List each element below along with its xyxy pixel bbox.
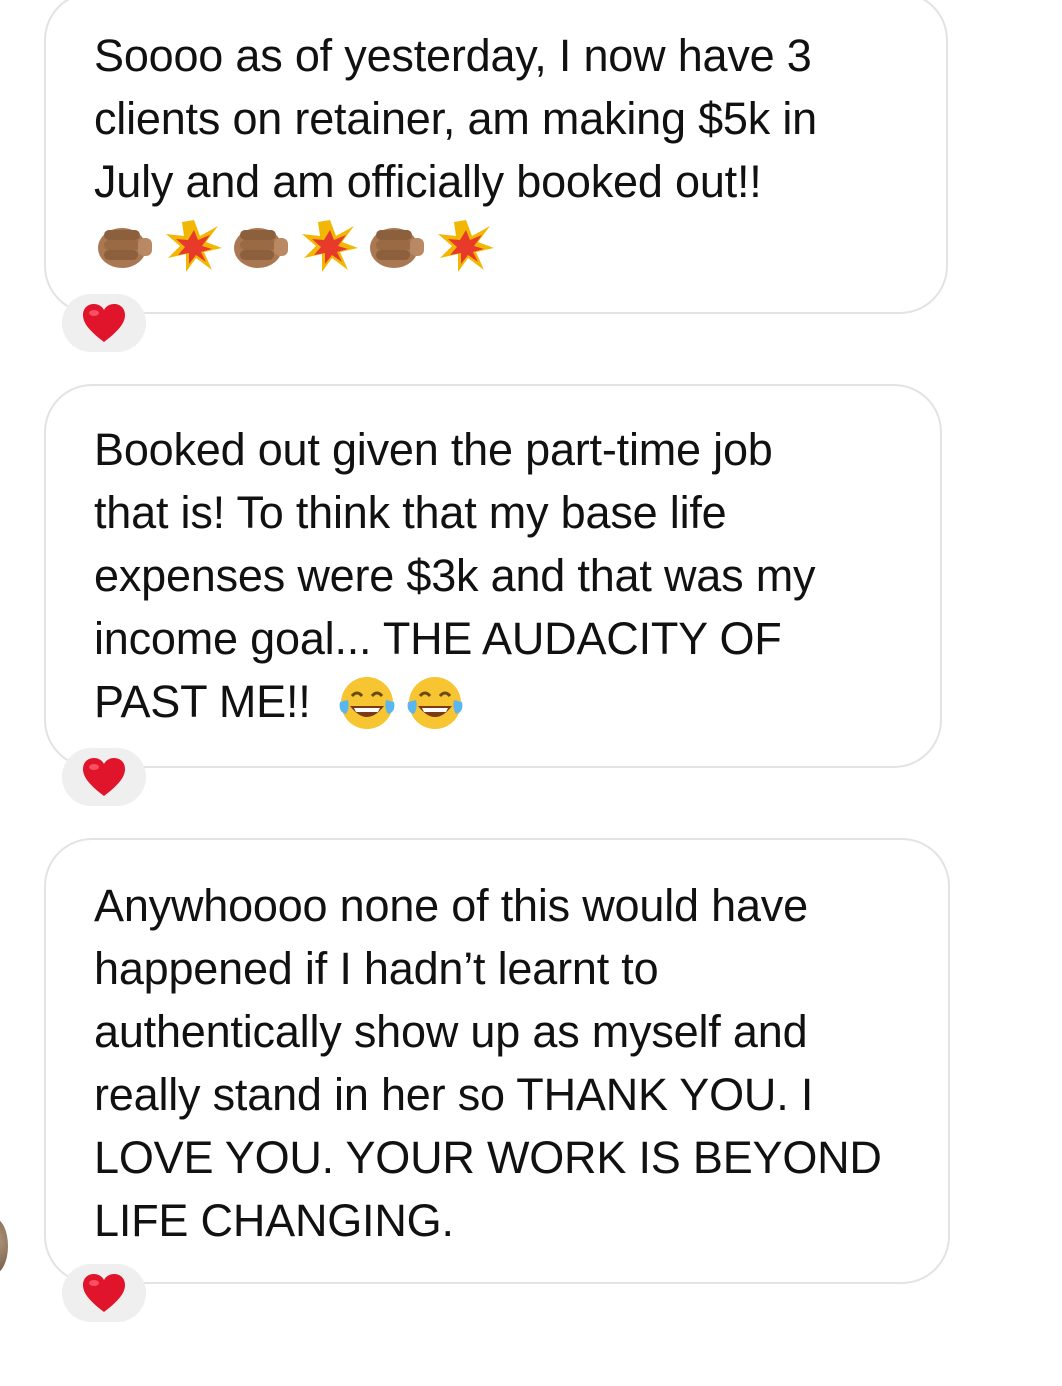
fist-bump-emoji [234,228,288,268]
heart-icon [83,304,125,342]
reaction-pill-3[interactable] [62,1264,146,1322]
reaction-pill-2[interactable] [62,748,146,806]
emoji-row-1 [94,218,496,274]
message-bubble-2[interactable]: Booked out given the part-time job that … [44,384,942,768]
emoji-row-2 [336,674,466,732]
heart-icon [83,758,125,796]
message-text-1: Soooo as of yesterday, I now have 3 clie… [94,30,817,207]
collision-emoji [438,220,494,272]
message-text-3: Anywhoooo none of this would have happen… [94,880,882,1246]
collision-emoji [166,220,222,272]
fist-bump-emoji [98,228,152,268]
message-bubble-3[interactable]: Anywhoooo none of this would have happen… [44,838,950,1284]
collision-emoji [302,220,358,272]
heart-icon [83,1274,125,1312]
message-bubble-1[interactable]: Soooo as of yesterday, I now have 3 clie… [44,0,948,314]
sender-avatar[interactable] [0,1218,8,1274]
tears-of-joy-emoji [407,677,463,729]
tears-of-joy-emoji [339,677,395,729]
fist-bump-emoji [370,228,424,268]
reaction-pill-1[interactable] [62,294,146,352]
